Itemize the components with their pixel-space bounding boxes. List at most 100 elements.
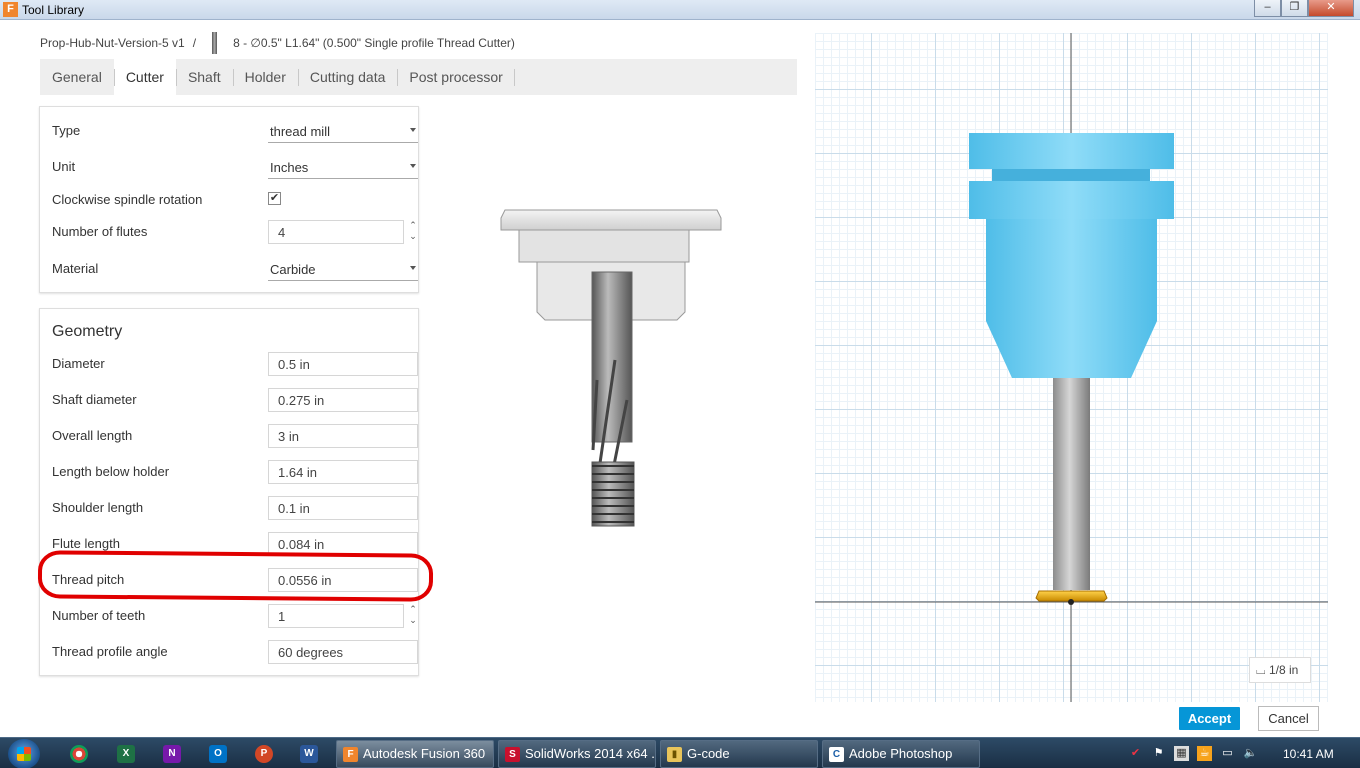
start-button[interactable] xyxy=(8,739,40,768)
onenote-icon[interactable]: N xyxy=(163,745,181,763)
flutes-label: Number of flutes xyxy=(52,224,148,239)
fusion-app-icon: F xyxy=(3,2,18,17)
breadcrumb-tool: 8 - ∅0.5" L1.64" (0.500" Single profile … xyxy=(233,36,515,50)
diameter-label: Diameter xyxy=(52,356,105,371)
accept-button[interactable]: Accept xyxy=(1179,707,1240,730)
tab-holder[interactable]: Holder xyxy=(232,59,298,95)
tool-preview-image xyxy=(500,209,722,527)
length-below-holder-input[interactable]: 1.64 in xyxy=(268,460,418,484)
solidworks-icon: S xyxy=(505,747,520,762)
diameter-input[interactable]: 0.5 in xyxy=(268,352,418,376)
clock[interactable]: 10:41 AM xyxy=(1283,747,1334,761)
app-tray-icon[interactable]: ▦ xyxy=(1174,746,1189,761)
taskbar-solidworks-label: SolidWorks 2014 x64 ... xyxy=(525,746,656,761)
folder-icon: ▮ xyxy=(667,747,682,762)
photoshop-icon: C xyxy=(829,747,844,762)
type-label: Type xyxy=(52,123,81,138)
taskbar-fusion[interactable]: F Autodesk Fusion 360 xyxy=(336,740,494,768)
type-row: Type thread mill xyxy=(52,119,418,143)
action-center-flag-icon[interactable]: ⚑ xyxy=(1151,746,1166,761)
taskbar-photoshop[interactable]: C Adobe Photoshop xyxy=(822,740,980,768)
taskbar-solidworks[interactable]: S SolidWorks 2014 x64 ... xyxy=(498,740,656,768)
scale-label: 1/8 in xyxy=(1268,663,1299,677)
tab-cutting-data[interactable]: Cutting data xyxy=(297,59,398,95)
flute-length-label: Flute length xyxy=(52,536,120,551)
flutes-stepper[interactable]: ⌃ ⌄ xyxy=(408,220,418,244)
shaft-diameter-input[interactable]: 0.275 in xyxy=(268,388,418,412)
length-below-holder-label: Length below holder xyxy=(52,464,170,479)
shoulder-length-input[interactable]: 0.1 in xyxy=(268,496,418,520)
teeth-label: Number of teeth xyxy=(52,608,146,623)
breadcrumb-separator: / xyxy=(192,36,197,50)
chevron-down-icon[interactable]: ⌄ xyxy=(408,231,418,242)
material-value: Carbide xyxy=(270,262,316,277)
length-below-holder-row: Length below holder 1.64 in xyxy=(52,460,418,484)
powerpoint-icon[interactable]: P xyxy=(255,745,273,763)
word-icon[interactable]: W xyxy=(300,745,318,763)
cutter-panel: Type thread mill Unit Inches Clockwise s… xyxy=(39,106,419,293)
tab-bar: General Cutter Shaft Holder Cutting data… xyxy=(40,59,797,95)
profile-angle-label: Thread profile angle xyxy=(52,644,168,659)
material-select[interactable]: Carbide xyxy=(268,257,418,281)
minimize-button[interactable]: – xyxy=(1254,0,1281,17)
shoulder-length-row: Shoulder length 0.1 in xyxy=(52,496,418,520)
unit-label: Unit xyxy=(52,159,76,174)
clockwise-checkbox[interactable]: ✔ xyxy=(268,192,281,205)
clockwise-row: Clockwise spindle rotation ✔ xyxy=(52,188,407,212)
taskbar-fusion-label: Autodesk Fusion 360 xyxy=(363,746,486,761)
profile-angle-row: Thread profile angle 60 degrees xyxy=(52,640,418,664)
teeth-row: Number of teeth 1 ⌃ ⌄ xyxy=(52,604,417,628)
clockwise-label: Clockwise spindle rotation xyxy=(52,192,203,207)
java-icon[interactable]: ☕ xyxy=(1197,746,1212,761)
overall-length-row: Overall length 3 in xyxy=(52,424,418,448)
tool-thumbnail-icon xyxy=(212,32,218,54)
excel-icon[interactable]: X xyxy=(117,745,135,763)
type-select[interactable]: thread mill xyxy=(268,119,418,143)
chevron-up-icon[interactable]: ⌃ xyxy=(408,220,418,231)
tab-shaft[interactable]: Shaft xyxy=(175,59,233,95)
unit-select[interactable]: Inches xyxy=(268,155,418,179)
window-title-bar: F Tool Library – ❐ ✕ xyxy=(0,0,1360,20)
geometry-title: Geometry xyxy=(52,323,123,340)
cancel-button[interactable]: Cancel xyxy=(1258,706,1319,731)
antivirus-icon[interactable]: ✔ xyxy=(1128,746,1143,761)
profile-angle-input[interactable]: 60 degrees xyxy=(268,640,418,664)
chrome-icon[interactable] xyxy=(70,745,88,763)
scale-indicator: ⌴ 1/8 in xyxy=(1249,657,1311,683)
chevron-down-icon xyxy=(410,164,416,168)
flutes-input[interactable]: 4 xyxy=(268,220,404,244)
chevron-down-icon xyxy=(410,266,416,270)
taskbar: X N O P W F Autodesk Fusion 360 S SolidW… xyxy=(0,737,1360,768)
unit-row: Unit Inches xyxy=(52,155,418,179)
red-highlight-annotation xyxy=(37,550,434,602)
scale-bracket-icon: ⌴ xyxy=(1256,663,1269,677)
breadcrumb-document[interactable]: Prop-Hub-Nut-Version-5 v1 xyxy=(40,36,185,50)
shaft-diameter-row: Shaft diameter 0.275 in xyxy=(52,388,418,412)
overall-length-input[interactable]: 3 in xyxy=(268,424,418,448)
taskbar-photoshop-label: Adobe Photoshop xyxy=(849,746,953,761)
tab-general[interactable]: General xyxy=(40,59,114,95)
maximize-button[interactable]: ❐ xyxy=(1281,0,1308,17)
geometry-panel: Geometry Diameter 0.5 in Shaft diameter … xyxy=(39,308,419,676)
tab-cutter[interactable]: Cutter xyxy=(113,59,176,95)
tool-3d-viewport[interactable] xyxy=(815,33,1328,702)
unit-value: Inches xyxy=(270,160,309,175)
taskbar-gcode[interactable]: ▮ G-code xyxy=(660,740,818,768)
tab-post-processor[interactable]: Post processor xyxy=(397,59,516,95)
tool-3d-model xyxy=(815,33,1328,702)
type-value: thread mill xyxy=(270,124,330,139)
outlook-icon[interactable]: O xyxy=(209,745,227,763)
overall-length-label: Overall length xyxy=(52,428,133,443)
window-title: Tool Library xyxy=(22,3,85,17)
chevron-down-icon xyxy=(410,128,416,132)
diameter-row: Diameter 0.5 in xyxy=(52,352,418,376)
system-tray: ✔ ⚑ ▦ ☕ ▭ 🔈 xyxy=(1128,746,1258,761)
network-icon[interactable]: ▭ xyxy=(1220,746,1235,761)
chevron-up-icon[interactable]: ⌃ xyxy=(408,604,418,615)
volume-icon[interactable]: 🔈 xyxy=(1243,746,1258,761)
teeth-stepper[interactable]: ⌃ ⌄ xyxy=(408,604,418,628)
teeth-input[interactable]: 1 xyxy=(268,604,404,628)
chevron-down-icon[interactable]: ⌄ xyxy=(408,615,418,626)
close-button[interactable]: ✕ xyxy=(1308,0,1354,17)
breadcrumb: Prop-Hub-Nut-Version-5 v1 / 8 - ∅0.5" L1… xyxy=(40,32,515,54)
